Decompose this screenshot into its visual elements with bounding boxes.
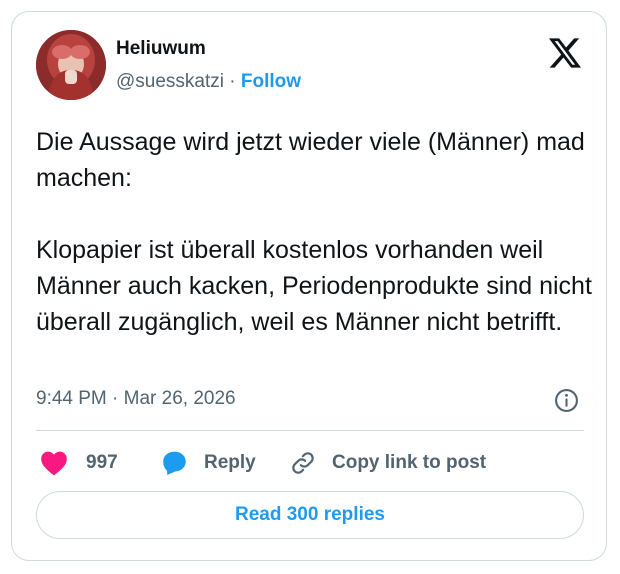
reply-button[interactable]: Reply xyxy=(161,448,256,478)
read-replies-label: Read 300 replies xyxy=(235,504,385,525)
author-handle-row: @suesskatzi · Follow xyxy=(116,71,301,93)
divider xyxy=(36,430,584,431)
tweet-card: Heliuwum @suesskatzi · Follow Die Aussag… xyxy=(11,11,607,561)
tweet-timestamp[interactable]: 9:44 PM · Mar 26, 2026 xyxy=(36,388,236,410)
avatar[interactable] xyxy=(36,30,106,100)
copy-link-button[interactable]: Copy link to post xyxy=(290,448,486,478)
link-icon xyxy=(292,452,314,474)
author-name[interactable]: Heliuwum xyxy=(116,38,206,60)
likes-count: 997 xyxy=(86,452,118,473)
info-icon[interactable] xyxy=(554,388,579,413)
heart-icon xyxy=(41,451,67,476)
speech-bubble-icon xyxy=(163,451,186,476)
avatar-image xyxy=(36,30,106,100)
tweet-paragraph: Klopapier ist überall kostenlos vorhande… xyxy=(36,236,592,336)
author-handle[interactable]: @suesskatzi xyxy=(116,71,224,92)
read-replies-button[interactable]: Read 300 replies xyxy=(36,491,584,539)
follow-button[interactable]: Follow xyxy=(241,71,301,92)
tweet-text: Die Aussage wird jetzt wieder viele (Män… xyxy=(36,124,596,340)
copy-link-label: Copy link to post xyxy=(332,452,487,473)
x-logo-icon[interactable] xyxy=(549,38,581,68)
reply-label: Reply xyxy=(204,452,256,473)
tweet-paragraph: Die Aussage wird jetzt wieder viele (Män… xyxy=(36,128,585,192)
separator-dot: · xyxy=(224,71,241,92)
like-button[interactable]: 997 xyxy=(40,448,118,478)
